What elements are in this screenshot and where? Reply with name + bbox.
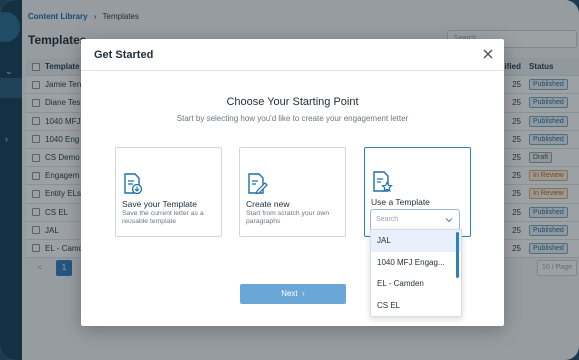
chevron-down-icon (445, 218, 453, 223)
dropdown-scrollbar[interactable] (456, 232, 459, 278)
create-new-title: Create new (246, 199, 290, 209)
save-template-title: Save your Template (122, 199, 197, 209)
close-icon[interactable] (481, 47, 495, 61)
chevron-right-icon: › (299, 289, 305, 298)
modal-heading: Choose Your Starting Point (226, 96, 359, 108)
dropdown-option[interactable]: JAL (371, 230, 461, 252)
template-search-placeholder: Search (376, 216, 399, 223)
template-dropdown: JAL 1040 MFJ Engag... EL - Camden CS EL (370, 229, 462, 317)
dropdown-option[interactable]: CS EL (371, 295, 461, 317)
document-star-icon (373, 171, 393, 192)
next-button[interactable]: Next › (240, 284, 346, 304)
save-template-description: Save the current letter as a reusable te… (122, 210, 204, 226)
use-template-title: Use a Template (371, 197, 430, 207)
modal-header: Get Started (81, 39, 504, 71)
create-new-description: Start from scratch your own paragraphs (246, 210, 330, 226)
use-template-card[interactable]: Use a Template Search (364, 147, 471, 237)
create-new-card[interactable]: Create new Start from scratch your own p… (239, 147, 346, 237)
document-download-icon (124, 173, 143, 195)
dropdown-option[interactable]: 1040 MFJ Engag... (371, 252, 461, 274)
modal-subheading: Start by selecting how you'd like to cre… (176, 114, 409, 123)
document-edit-icon (248, 173, 268, 195)
next-button-label: Next (281, 289, 298, 298)
app-window: ⌄ › Content Library › Templates Template… (0, 0, 579, 360)
dropdown-option[interactable]: EL - Camden (371, 273, 461, 295)
save-template-card[interactable]: Save your Template Save the current lett… (115, 147, 222, 237)
modal-title: Get Started (94, 49, 154, 61)
template-search-select[interactable]: Search (370, 209, 460, 231)
